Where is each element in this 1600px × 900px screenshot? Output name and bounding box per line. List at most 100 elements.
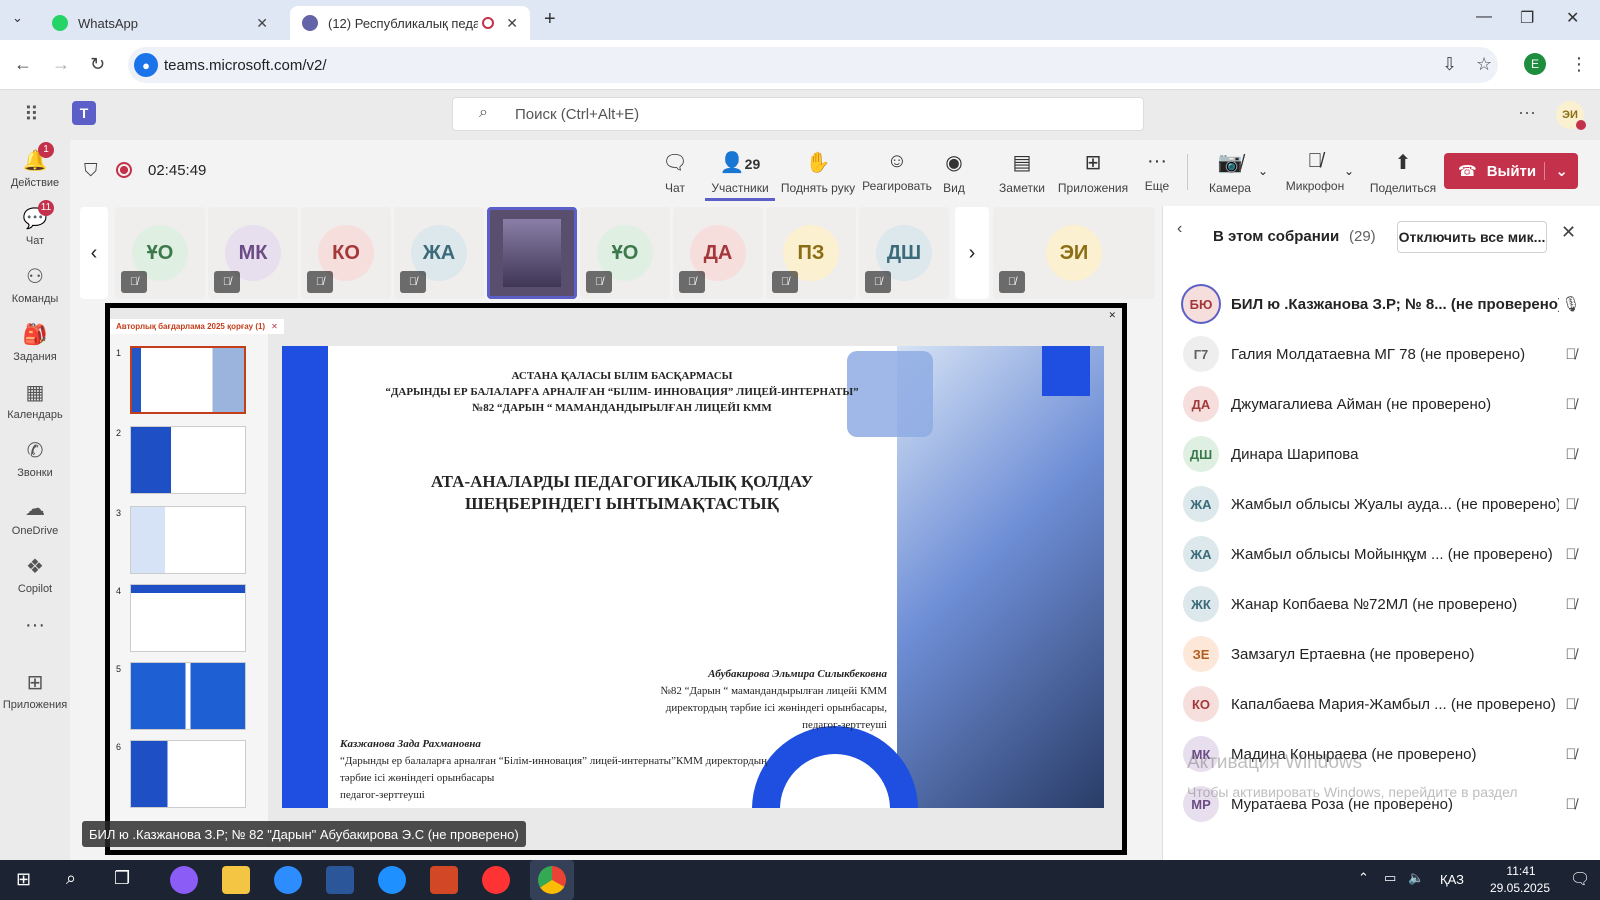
task-view-icon[interactable]: ❐ — [114, 868, 130, 889]
search-icon[interactable]: ⌕ — [66, 868, 76, 889]
mic-off-icon[interactable]: 🎙̸ — [1559, 546, 1583, 563]
view-button[interactable]: ◉ Вид — [919, 150, 989, 195]
clock-date[interactable]: 29.05.2025 — [1480, 881, 1560, 895]
tab-teams[interactable]: (12) Республикалық педаго ✕ — [290, 6, 530, 40]
chevron-left-icon[interactable]: ‹ — [1177, 220, 1182, 238]
participant-row[interactable]: БЮ БИЛ ю .Казжанова З.Р; № 8... (не прове… — [1183, 284, 1583, 324]
mic-icon[interactable]: 🎙 — [1559, 295, 1583, 313]
rail-teams[interactable]: ⚇ Команды — [0, 264, 70, 305]
install-app-icon[interactable]: ⇩ — [1442, 54, 1457, 75]
mic-off-icon[interactable]: 🎙̸ — [1559, 596, 1583, 613]
rail-onedrive[interactable]: ☁ OneDrive — [0, 496, 70, 537]
minimize-icon[interactable]: — — [1476, 8, 1492, 26]
browser-menu-icon[interactable]: ⋮ — [1570, 54, 1588, 75]
rail-chat[interactable]: 💬 11 Чат — [0, 200, 70, 247]
restore-icon[interactable]: ❐ — [1520, 8, 1534, 28]
rail-more[interactable]: ··· — [0, 614, 70, 637]
participant-video-tile[interactable]: ҰО 🎙̸ — [580, 207, 670, 299]
window-close-icon[interactable]: ✕ — [1108, 310, 1116, 321]
raise-hand-button[interactable]: ✋ Поднять руку — [775, 150, 861, 195]
slide-thumbnail[interactable] — [130, 346, 246, 414]
slide-thumbnail[interactable] — [130, 584, 246, 652]
profile-avatar[interactable]: E — [1524, 53, 1546, 75]
bookmark-star-icon[interactable]: ☆ — [1476, 54, 1492, 75]
mic-off-icon[interactable]: 🎙̸ — [1559, 496, 1583, 513]
network-icon[interactable]: ▭ — [1384, 870, 1396, 886]
zoom-icon[interactable] — [274, 866, 302, 894]
reload-icon[interactable]: ↻ — [90, 54, 105, 75]
mic-off-icon[interactable]: 🎙̸ — [1559, 446, 1583, 463]
mute-all-button[interactable]: Отключить все мик... — [1397, 221, 1547, 253]
forward-icon[interactable]: → — [52, 54, 70, 75]
more-options-icon[interactable]: ··· — [1518, 102, 1536, 123]
powerpoint-icon[interactable] — [430, 866, 458, 894]
chevron-down-icon[interactable]: ⌄ — [1544, 162, 1578, 180]
mic-off-icon[interactable]: 🎙̸ — [1559, 696, 1583, 713]
slide-thumbnail[interactable] — [130, 740, 246, 808]
participant-row[interactable]: ЖК Жанар Копбаева №72МЛ (не проверено) 🎙̸ — [1183, 584, 1583, 624]
participant-video-tile[interactable] — [487, 207, 577, 299]
gallery-prev-button[interactable]: ‹ — [80, 207, 108, 299]
participant-row[interactable]: ЖА Жамбыл облысы Жуалы ауда... (не провер… — [1183, 484, 1583, 524]
mic-off-icon[interactable]: 🎙̸ — [1559, 746, 1583, 763]
close-panel-icon[interactable]: ✕ — [1561, 222, 1576, 243]
back-icon[interactable]: ← — [14, 54, 32, 75]
slide-thumbnail[interactable] — [130, 426, 246, 494]
participant-video-tile[interactable]: КО 🎙̸ — [301, 207, 391, 299]
volume-icon[interactable]: 🔈 — [1408, 870, 1424, 886]
chevron-down-icon[interactable]: ⌄ — [1344, 164, 1354, 178]
gallery-next-button[interactable]: › — [955, 207, 989, 299]
rail-calendar[interactable]: ▦ Календарь — [0, 380, 70, 421]
participant-video-tile[interactable]: ДА 🎙̸ — [673, 207, 763, 299]
participant-row[interactable]: ЖА Жамбыл облысы Мойынқұм ... (не провере… — [1183, 534, 1583, 574]
slide-thumbnail[interactable] — [130, 662, 246, 730]
mic-permission-icon[interactable]: ● — [134, 53, 158, 77]
slide-thumbnail[interactable] — [130, 506, 246, 574]
mic-off-icon[interactable]: 🎙̸ — [1559, 796, 1583, 813]
file-explorer-icon[interactable] — [222, 866, 250, 894]
participant-row[interactable]: ЗЕ Замзагул Ертаевна (не проверено) 🎙̸ — [1183, 634, 1583, 674]
close-icon[interactable]: ✕ — [256, 15, 268, 32]
participant-row[interactable]: ДШ Динара Шарипова 🎙̸ — [1183, 434, 1583, 474]
notes-button[interactable]: ▤ Заметки — [987, 150, 1057, 195]
participant-row[interactable]: КО Капалбаева Мария-Жамбыл ... (не провер… — [1183, 684, 1583, 724]
participant-video-tile[interactable]: ЭИ 🎙̸ — [993, 207, 1155, 299]
tray-chevron-icon[interactable]: ⌃ — [1358, 870, 1369, 886]
window-close-icon[interactable]: ✕ — [1566, 8, 1579, 28]
mic-off-icon[interactable]: 🎙̸ — [1559, 646, 1583, 663]
shared-screen[interactable]: Авторлық бағдарлама 2025 қорғау (1) ✕ ✕ 1… — [105, 303, 1127, 855]
rail-assignments[interactable]: 🎒 Задания — [0, 322, 70, 363]
rail-activity[interactable]: 🔔 1 Действие — [0, 142, 70, 189]
participant-row[interactable]: Г7 Галия Молдатаевна МГ 78 (не проверено)… — [1183, 334, 1583, 374]
clock-time[interactable]: 11:41 — [1492, 864, 1550, 878]
search-input[interactable]: ⌕ Поиск (Ctrl+Alt+E) — [452, 97, 1144, 131]
app-icon[interactable] — [170, 866, 198, 894]
rail-calls[interactable]: ✆ Звонки — [0, 438, 70, 479]
participant-video-tile[interactable]: ДШ 🎙̸ — [859, 207, 949, 299]
mic-off-icon[interactable]: 🎙̸ — [1559, 346, 1583, 363]
app-icon[interactable] — [378, 866, 406, 894]
language-indicator[interactable]: ҚАЗ — [1440, 872, 1464, 887]
share-button[interactable]: ⬆ Поделиться — [1358, 150, 1448, 195]
tab-whatsapp[interactable]: WhatsApp ✕ — [40, 6, 280, 40]
app-launcher-icon[interactable]: ⠿ — [24, 102, 39, 127]
rail-apps[interactable]: ⊞ Приложения — [0, 670, 70, 711]
mic-off-icon[interactable]: 🎙̸ — [1559, 396, 1583, 413]
yandex-browser-icon[interactable] — [482, 866, 510, 894]
shield-icon[interactable]: ⛉ — [84, 160, 98, 181]
participants-button[interactable]: 👤29 Участники — [705, 150, 775, 201]
chevron-down-icon[interactable]: ⌄ — [1258, 164, 1268, 178]
participant-video-tile[interactable]: МК 🎙̸ — [208, 207, 298, 299]
chat-button[interactable]: 🗨 Чат — [640, 150, 710, 195]
more-button[interactable]: ··· Еще — [1122, 150, 1192, 193]
tab-search-icon[interactable]: ⌄ — [12, 10, 23, 26]
leave-button[interactable]: ☎ Выйти ⌄ — [1444, 153, 1578, 189]
notifications-icon[interactable]: 🗨 — [1570, 869, 1590, 889]
participant-video-tile[interactable]: ПЗ 🎙̸ — [766, 207, 856, 299]
apps-button[interactable]: ⊞ Приложения — [1055, 150, 1131, 195]
url-field[interactable]: ● teams.microsoft.com/v2/ — [128, 47, 1498, 83]
windows-start-icon[interactable]: ⊞ — [16, 869, 31, 890]
word-icon[interactable] — [326, 866, 354, 894]
participant-video-tile[interactable]: ЖА 🎙̸ — [394, 207, 484, 299]
new-tab-icon[interactable]: + — [544, 8, 556, 31]
